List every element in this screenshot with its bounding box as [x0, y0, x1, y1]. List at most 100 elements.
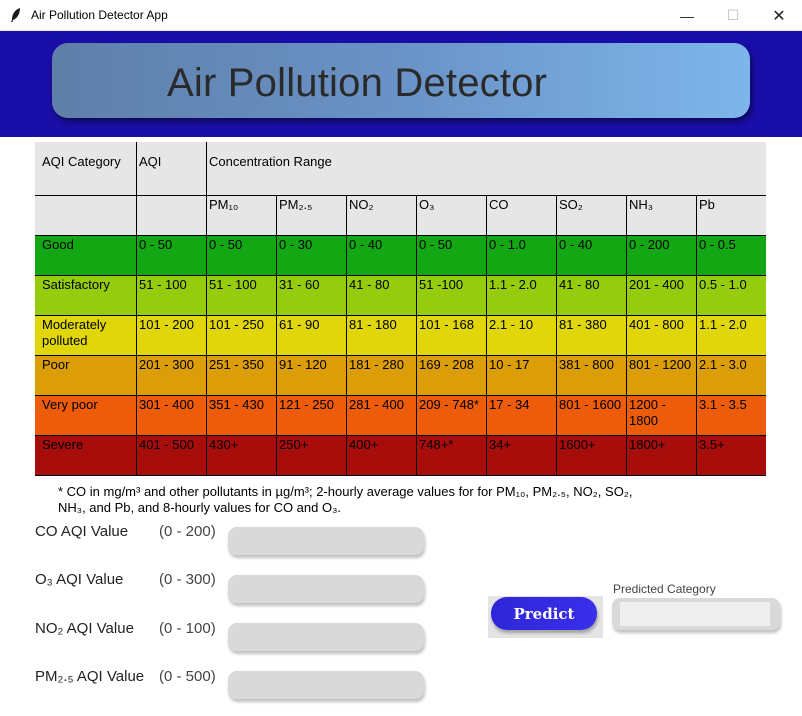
table-gridline	[35, 275, 766, 276]
cell-value: 0 - 40	[349, 237, 383, 252]
cell-value: 17 - 34	[489, 397, 530, 412]
cell-value: 181 - 280	[349, 357, 404, 372]
window-title: Air Pollution Detector App	[31, 8, 168, 22]
predict-button[interactable]: Predict	[491, 597, 597, 630]
no2-aqi-input[interactable]	[228, 623, 424, 651]
table-gridline	[556, 195, 557, 476]
cell-value: 0 - 1.0	[489, 237, 526, 252]
cell-value: 81 - 380	[559, 317, 607, 332]
title-banner: Air Pollution Detector	[52, 43, 750, 118]
header-concentration-range: Concentration Range	[209, 154, 332, 169]
cell-category: Very poor	[42, 397, 98, 412]
cell-value: 0 - 30	[279, 237, 313, 252]
window-titlebar: Air Pollution Detector App — ☐ ✕	[0, 0, 802, 31]
header-pollutant: Pb	[699, 197, 715, 212]
footnote-line-1: * CO in mg/m³ and other pollutants in µg…	[58, 484, 633, 499]
cell-value: 251 - 350	[209, 357, 264, 372]
cell-value: 101 - 250	[209, 317, 264, 332]
cell-value: 81 - 180	[349, 317, 397, 332]
pm25-aqi-label: PM₂.₅ AQI Value	[35, 668, 145, 685]
footnote-line-2: NH₃, and Pb, and 8-hourly values for CO …	[58, 500, 342, 515]
close-button[interactable]: ✕	[756, 0, 802, 31]
pm25-aqi-range: (0 - 500)	[159, 668, 216, 685]
no2-aqi-label: NO₂ AQI Value	[35, 620, 134, 637]
header-pollutant: NO₂	[349, 197, 374, 212]
cell-value: 748+*	[419, 437, 454, 452]
o3-aqi-label: O₃ AQI Value	[35, 571, 124, 588]
header-pollutant: SO₂	[559, 197, 583, 212]
cell-value: 0 - 40	[559, 237, 593, 252]
table-gridline	[626, 195, 627, 476]
cell-value: 51 - 100	[209, 277, 257, 292]
cell-value: 51 -100	[419, 277, 464, 292]
cell-aqi: 401 - 500	[139, 437, 194, 452]
cell-category: Good	[42, 237, 74, 252]
header-pollutant: PM₂.₅	[279, 197, 313, 212]
table-gridline	[486, 195, 487, 476]
cell-value: 3.1 - 3.5	[699, 397, 747, 412]
cell-value: 1.1 - 2.0	[699, 317, 747, 332]
cell-value: 801 - 1200	[629, 357, 692, 372]
header-aqi: AQI	[139, 154, 162, 169]
cell-value: 31 - 60	[279, 277, 320, 292]
table-gridline	[136, 142, 137, 476]
table-gridline	[35, 475, 766, 476]
cell-value: 400+	[349, 437, 379, 452]
cell-value: 0.5 - 1.0	[699, 277, 747, 292]
cell-value: 0 - 0.5	[699, 237, 736, 252]
cell-value: 381 - 800	[559, 357, 614, 372]
cell-aqi: 301 - 400	[139, 397, 194, 412]
cell-value: 3.5+	[699, 437, 725, 452]
cell-value: 1800+	[629, 437, 666, 452]
predicted-category-label: Predicted Category	[613, 582, 716, 596]
cell-value: 2.1 - 3.0	[699, 357, 747, 372]
cell-value: 281 - 400	[349, 397, 404, 412]
table-gridline	[276, 195, 277, 476]
cell-value: 1200 - 1800	[629, 397, 666, 428]
table-gridline	[35, 195, 766, 196]
cell-value: 201 - 400	[629, 277, 684, 292]
o3-aqi-input[interactable]	[228, 575, 424, 603]
cell-value: 430+	[209, 437, 239, 452]
predicted-category-field	[612, 598, 780, 630]
cell-value: 10 - 17	[489, 357, 530, 372]
pm25-aqi-input[interactable]	[228, 671, 424, 699]
table-gridline	[696, 195, 697, 476]
cell-aqi: 101 - 200	[139, 317, 194, 332]
cell-aqi: 201 - 300	[139, 357, 194, 372]
cell-category: Moderately polluted	[42, 317, 107, 348]
table-gridline	[346, 195, 347, 476]
header-pollutant: PM₁₀	[209, 197, 239, 212]
cell-value: 101 - 168	[419, 317, 474, 332]
cell-value: 0 - 50	[209, 237, 243, 252]
predicted-category-value	[620, 602, 770, 626]
table-gridline	[35, 355, 766, 356]
cell-category: Poor	[42, 357, 70, 372]
cell-value: 801 - 1600	[559, 397, 622, 412]
cell-aqi: 51 - 100	[139, 277, 187, 292]
cell-value: 34+	[489, 437, 512, 452]
cell-value: 91 - 120	[279, 357, 327, 372]
cell-value: 2.1 - 10	[489, 317, 534, 332]
feather-icon	[11, 8, 20, 22]
co-aqi-range: (0 - 200)	[159, 523, 216, 540]
cell-value: 0 - 200	[629, 237, 670, 252]
header-pollutant: O₃	[419, 197, 435, 212]
table-gridline	[206, 142, 207, 476]
co-aqi-input[interactable]	[228, 527, 424, 555]
cell-category: Satisfactory	[42, 277, 110, 292]
cell-aqi: 0 - 50	[139, 237, 173, 252]
cell-value: 1.1 - 2.0	[489, 277, 537, 292]
maximize-button[interactable]: ☐	[710, 0, 756, 31]
header-pollutant: CO	[489, 197, 509, 212]
minimize-button[interactable]: —	[664, 0, 710, 31]
cell-value: 41 - 80	[349, 277, 390, 292]
footnote: * CO in mg/m³ and other pollutants in µg…	[58, 484, 758, 516]
header-aqi-category: AQI Category	[42, 154, 121, 169]
table-gridline	[35, 395, 766, 396]
cell-value: 1600+	[559, 437, 596, 452]
cell-value: 169 - 208	[419, 357, 474, 372]
aqi-table: AQI Category AQI Concentration Range PM₁₀ PM…	[35, 142, 766, 476]
cell-value: 250+	[279, 437, 309, 452]
table-gridline	[35, 435, 766, 436]
